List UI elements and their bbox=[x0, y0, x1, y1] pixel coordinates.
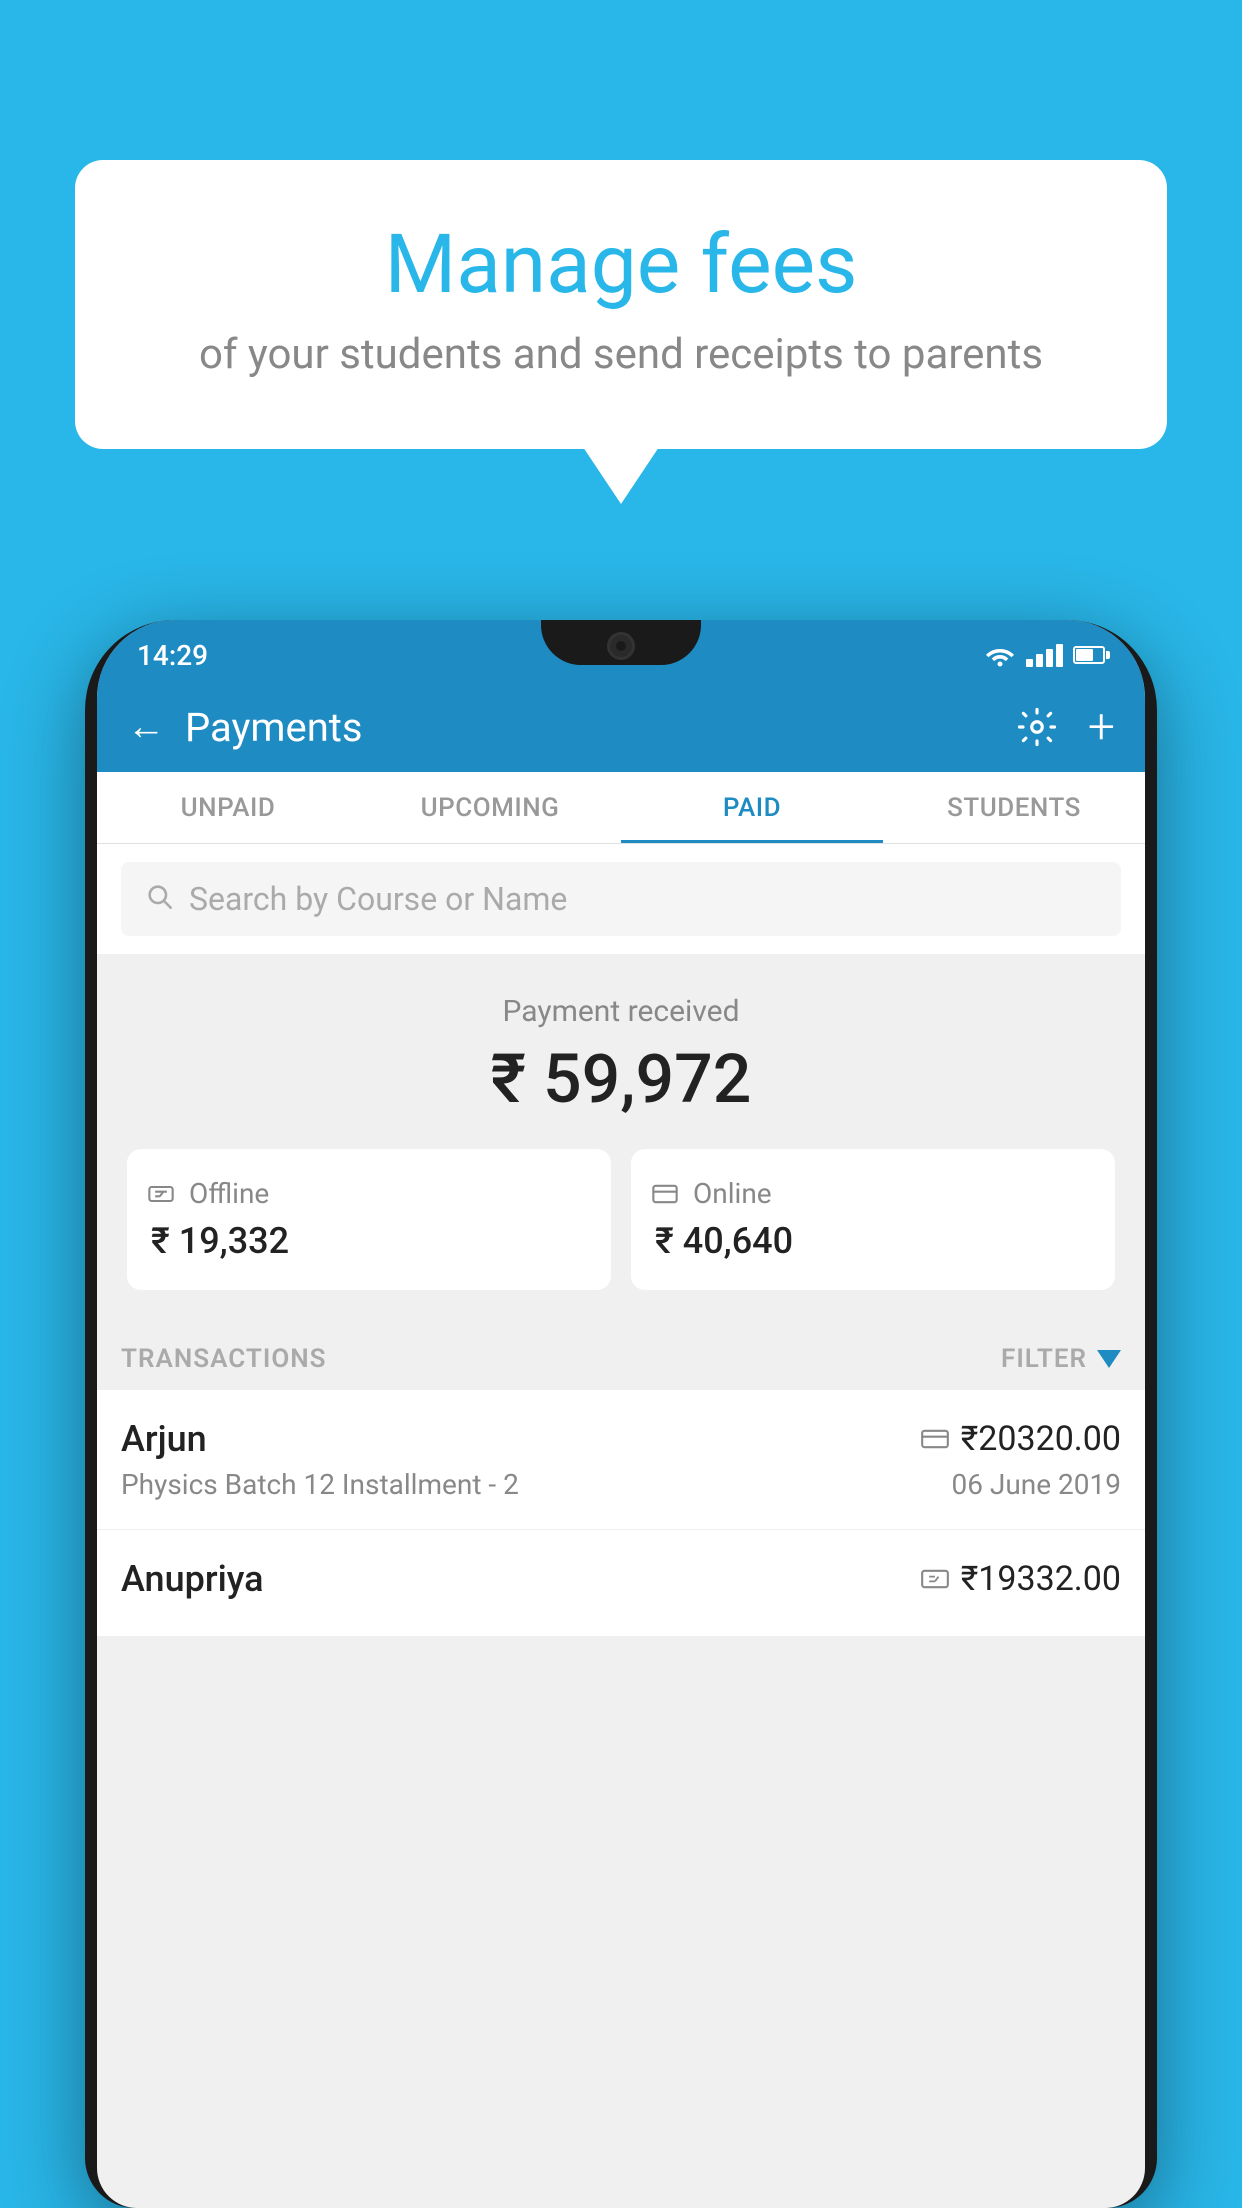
search-icon bbox=[145, 880, 173, 918]
transaction-amount-wrap: ₹20320.00 bbox=[921, 1419, 1121, 1459]
filter-triangle-icon bbox=[1097, 1350, 1121, 1368]
offline-card-header: Offline bbox=[147, 1177, 591, 1210]
phone-frame: 14:29 bbox=[85, 620, 1157, 2208]
payment-summary: Payment received ₹ 59,972 Offline ₹ 19,3… bbox=[97, 954, 1145, 1320]
back-button[interactable]: ← bbox=[127, 705, 165, 749]
transaction-top: Anupriya ₹19332.00 bbox=[121, 1558, 1121, 1600]
app-bar-title: Payments bbox=[185, 704, 996, 751]
battery-icon bbox=[1073, 646, 1105, 664]
bubble-title: Manage fees bbox=[155, 220, 1087, 310]
online-card: Online ₹ 40,640 bbox=[631, 1149, 1115, 1290]
transactions-header: TRANSACTIONS FILTER bbox=[97, 1320, 1145, 1390]
card-icon-small bbox=[921, 1428, 949, 1450]
phone-camera bbox=[607, 632, 635, 660]
tab-upcoming[interactable]: UPCOMING bbox=[359, 772, 621, 843]
transaction-amount-wrap: ₹19332.00 bbox=[921, 1559, 1121, 1599]
tab-students[interactable]: STUDENTS bbox=[883, 772, 1145, 843]
transaction-name: Anupriya bbox=[121, 1558, 264, 1600]
transaction-date: 06 June 2019 bbox=[951, 1468, 1121, 1501]
search-bar[interactable]: Search by Course or Name bbox=[121, 862, 1121, 936]
status-icons bbox=[984, 643, 1105, 667]
tab-unpaid[interactable]: UNPAID bbox=[97, 772, 359, 843]
transaction-course: Physics Batch 12 Installment - 2 bbox=[121, 1468, 519, 1501]
transactions-label: TRANSACTIONS bbox=[121, 1344, 327, 1374]
gear-icon[interactable] bbox=[1016, 706, 1058, 748]
bubble-subtitle: of your students and send receipts to pa… bbox=[155, 330, 1087, 379]
payment-amount: ₹ 59,972 bbox=[127, 1039, 1115, 1119]
card-icon bbox=[651, 1180, 679, 1208]
add-button[interactable]: + bbox=[1088, 703, 1115, 751]
payment-received-label: Payment received bbox=[127, 994, 1115, 1029]
app-bar-icons: + bbox=[1016, 703, 1115, 751]
tab-paid[interactable]: PAID bbox=[621, 772, 883, 843]
phone-screen: 14:29 bbox=[97, 620, 1145, 2208]
payment-cards: Offline ₹ 19,332 Online ₹ 40,640 bbox=[127, 1149, 1115, 1290]
transactions-list: Arjun ₹20320.00 Physics Batch 12 Install… bbox=[97, 1390, 1145, 1637]
status-time: 14:29 bbox=[137, 639, 208, 672]
transaction-amount: ₹19332.00 bbox=[961, 1559, 1121, 1599]
offline-card: Offline ₹ 19,332 bbox=[127, 1149, 611, 1290]
transaction-amount: ₹20320.00 bbox=[961, 1419, 1121, 1459]
transaction-top: Arjun ₹20320.00 bbox=[121, 1418, 1121, 1460]
transaction-row[interactable]: Arjun ₹20320.00 Physics Batch 12 Install… bbox=[97, 1390, 1145, 1530]
signal-bars bbox=[1026, 643, 1063, 667]
transaction-name: Arjun bbox=[121, 1418, 207, 1460]
rupee-icon-small bbox=[921, 1568, 949, 1590]
rupee-note-icon bbox=[147, 1180, 175, 1208]
speech-bubble: Manage fees of your students and send re… bbox=[75, 160, 1167, 449]
phone-notch bbox=[541, 620, 701, 665]
online-amount: ₹ 40,640 bbox=[651, 1220, 1095, 1262]
online-card-header: Online bbox=[651, 1177, 1095, 1210]
transaction-row[interactable]: Anupriya ₹19332.00 bbox=[97, 1530, 1145, 1637]
offline-amount: ₹ 19,332 bbox=[147, 1220, 591, 1262]
app-bar: ← Payments + bbox=[97, 682, 1145, 772]
tabs-bar: UNPAID UPCOMING PAID STUDENTS bbox=[97, 772, 1145, 844]
search-container: Search by Course or Name bbox=[97, 844, 1145, 954]
search-placeholder: Search by Course or Name bbox=[189, 880, 567, 918]
transaction-bottom: Physics Batch 12 Installment - 2 06 June… bbox=[121, 1468, 1121, 1501]
filter-button[interactable]: FILTER bbox=[1001, 1344, 1121, 1374]
wifi-icon bbox=[984, 643, 1016, 667]
